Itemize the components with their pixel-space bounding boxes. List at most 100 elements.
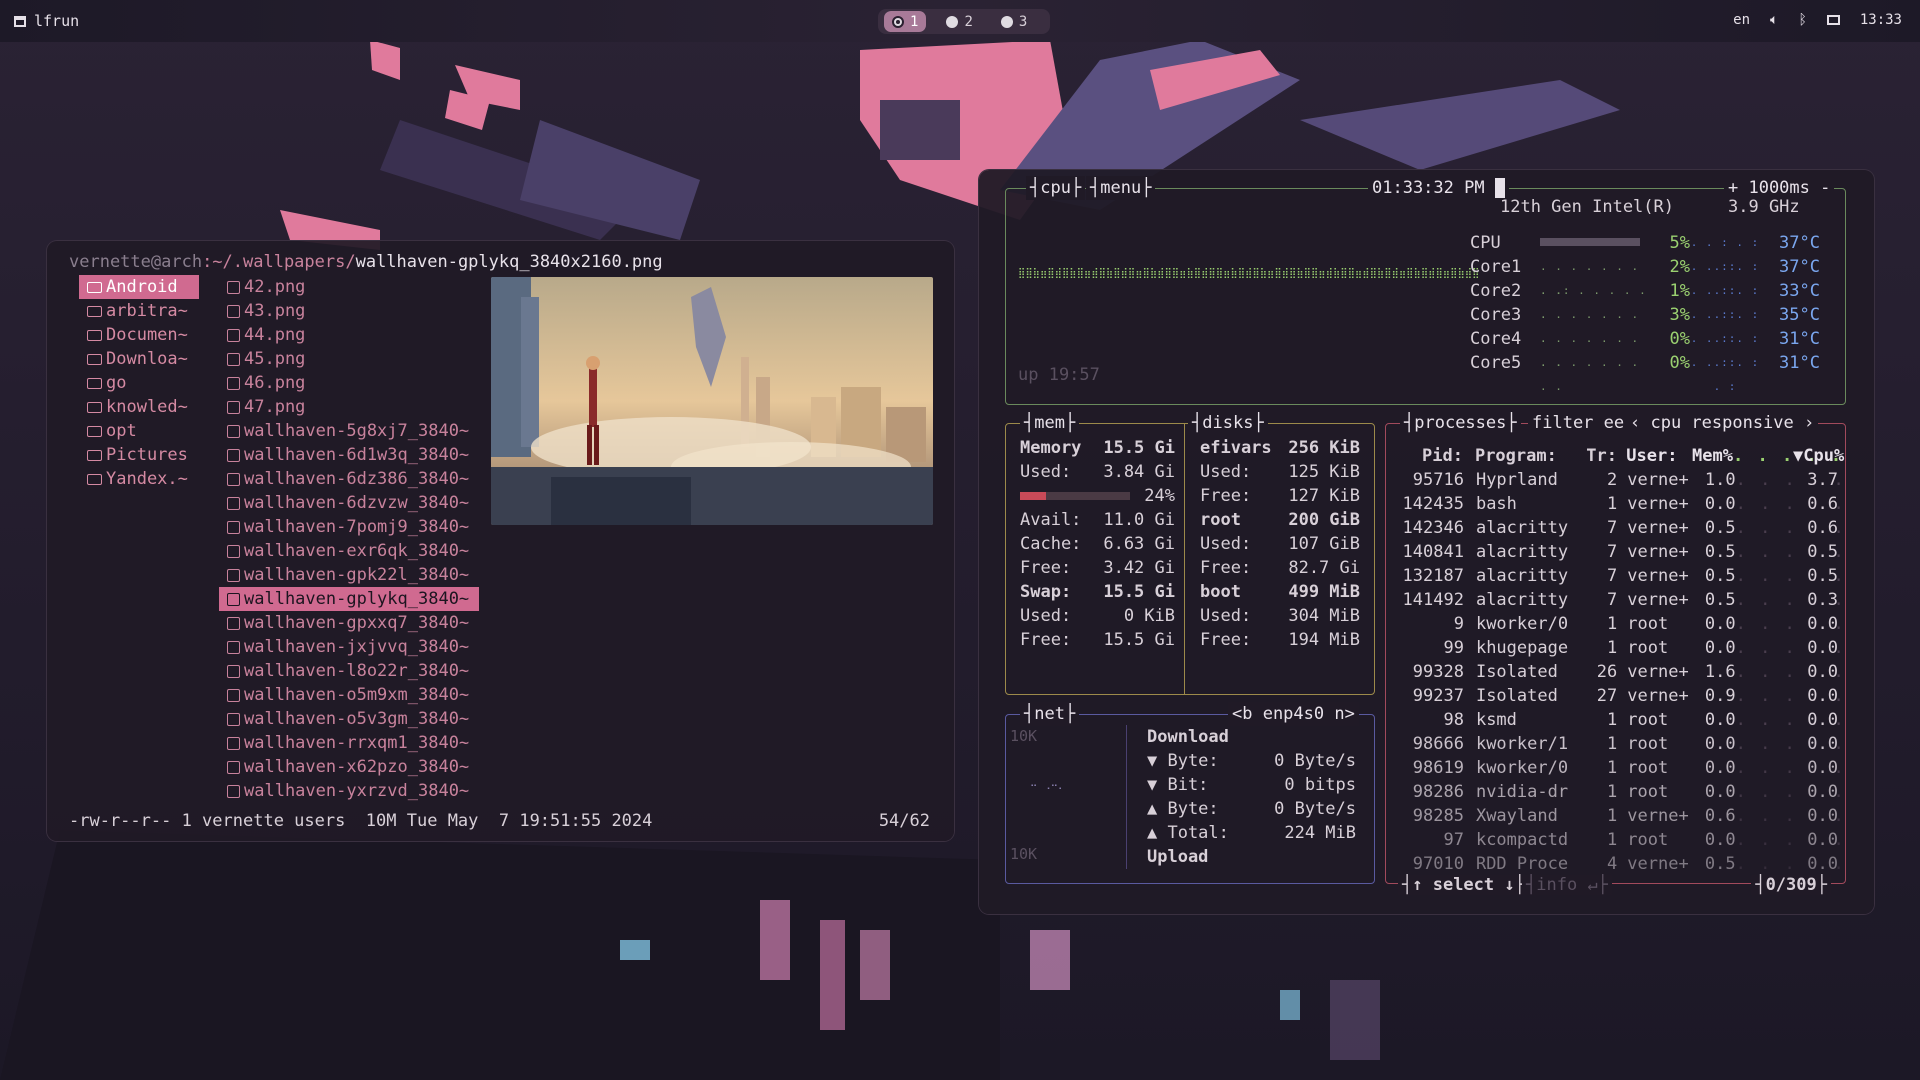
file-item[interactable]: 42.png	[219, 275, 479, 299]
file-item[interactable]: wallhaven-gplykq_3840~	[219, 587, 479, 611]
process-row[interactable]: 99328 Isolated 26 verne+ 1.6. . . . . 0.0	[1398, 660, 1844, 684]
image-file-icon	[227, 400, 240, 414]
file-item[interactable]: wallhaven-gpxxq7_3840~	[219, 611, 479, 635]
process-info-button[interactable]: ┤info ↵├	[1522, 875, 1612, 895]
net-scale-bottom: 10K	[1010, 845, 1038, 863]
volume-icon[interactable]: 🔈︎	[1770, 12, 1778, 28]
cpu-model: 12th Gen Intel(R)	[1500, 197, 1674, 217]
process-row[interactable]: 132187 alacritty 7 verne+ 0.5. . . . . 0.5	[1398, 564, 1844, 588]
image-file-icon	[227, 520, 240, 534]
net-panel-title[interactable]: ┤net├	[1020, 702, 1080, 726]
process-row[interactable]: 98285 Xwayland 1 verne+ 0.6. . . . . 0.0	[1398, 804, 1844, 828]
core-temp-graph: . . : . : . :	[1690, 308, 1760, 345]
file-item[interactable]: wallhaven-yxrzvd_3840~	[219, 779, 479, 803]
process-row[interactable]: 140841 alacritty 7 verne+ 0.5. . . . . 0.5	[1398, 540, 1844, 564]
process-sort-selector[interactable]: ‹ cpu responsive ›	[1626, 411, 1819, 435]
process-row[interactable]: 97 kcompactd 1 root 0.0. . . . . 0.0	[1398, 828, 1843, 852]
process-row[interactable]: 98 ksmd 1 root 0.0. . . . . 0.0	[1398, 708, 1843, 732]
file-item[interactable]: wallhaven-5g8xj7_3840~	[219, 419, 479, 443]
menu-button[interactable]: ┤menu├	[1086, 176, 1156, 200]
folder-icon	[87, 449, 102, 461]
keyboard-layout[interactable]: en	[1733, 12, 1750, 28]
processes-panel-title[interactable]: ┤processes├	[1400, 411, 1521, 435]
image-file-icon	[227, 688, 240, 702]
file-item[interactable]: 47.png	[219, 395, 479, 419]
folder-icon	[87, 473, 102, 485]
btop-monitor-window[interactable]: ┤cpu├ ┤menu├ 01:33:32 PM . + 1000ms - 12…	[979, 170, 1874, 914]
file-item[interactable]: wallhaven-exr6qk_3840~	[219, 539, 479, 563]
directory-item[interactable]: opt	[79, 419, 199, 443]
image-file-icon	[227, 496, 240, 510]
cpu-frequency: 3.9 GHz	[1728, 197, 1800, 217]
file-item[interactable]: wallhaven-6d1w3q_3840~	[219, 443, 479, 467]
file-item[interactable]: wallhaven-o5v3gm_3840~	[219, 707, 479, 731]
file-item[interactable]: wallhaven-l8o22r_3840~	[219, 659, 479, 683]
process-count: ┤0/309├	[1751, 875, 1831, 895]
file-item[interactable]: wallhaven-6dz386_3840~	[219, 467, 479, 491]
image-file-icon	[227, 376, 240, 390]
process-row[interactable]: 142435 bash 1 verne+ 0.0. . . . . 0.6	[1398, 492, 1844, 516]
disks-panel-title[interactable]: ┤disks├	[1188, 411, 1268, 435]
process-row[interactable]: 98619 kworker/0 1 root 0.0. . . . . 0.0	[1398, 756, 1844, 780]
directory-item[interactable]: Android	[79, 275, 199, 299]
process-row[interactable]: 99237 Isolated 27 verne+ 0.9. . . . . 0.0	[1398, 684, 1844, 708]
workspace-1-button[interactable]: 1	[884, 11, 927, 32]
file-item[interactable]: wallhaven-o5m9xm_3840~	[219, 683, 479, 707]
file-item[interactable]: wallhaven-rrxqm1_3840~	[219, 731, 479, 755]
file-item[interactable]: 46.png	[219, 371, 479, 395]
process-row[interactable]: 98286 nvidia-dr 1 root 0.0. . . . . 0.0	[1398, 780, 1844, 804]
file-position: 54/62	[878, 811, 930, 831]
process-row[interactable]: 142346 alacritty 7 verne+ 0.5. . . . . 0.6	[1398, 516, 1844, 540]
image-file-icon	[227, 712, 240, 726]
cpu-panel-title[interactable]: ┤cpu├	[1026, 176, 1086, 200]
image-file-icon	[227, 664, 240, 678]
process-row[interactable]: 98666 kworker/1 1 root 0.0. . . . . 0.0	[1398, 732, 1844, 756]
process-row[interactable]: 95716 Hyprland 2 verne+ 1.0. . . . . 3.7	[1398, 468, 1844, 492]
file-item[interactable]: wallhaven-6dzvzw_3840~	[219, 491, 479, 515]
file-item[interactable]: 45.png	[219, 347, 479, 371]
process-row[interactable]: 99 khugepage 1 root 0.0. . . . . 0.0	[1398, 636, 1843, 660]
folder-icon	[87, 353, 102, 365]
file-item[interactable]: wallhaven-jxjvvq_3840~	[219, 635, 479, 659]
image-file-icon	[227, 448, 240, 462]
process-select-control[interactable]: ┤↑ select ↓├	[1398, 875, 1529, 895]
core-row: Core1. . . . . . . . . 2%. . : . : . :37°…	[1470, 257, 1820, 297]
file-item[interactable]: 43.png	[219, 299, 479, 323]
file-item[interactable]: 44.png	[219, 323, 479, 347]
bluetooth-icon[interactable]: ᛒ	[1798, 12, 1806, 28]
directory-item[interactable]: Downloa~	[79, 347, 199, 371]
workspace-3-button[interactable]: 3	[993, 11, 1035, 32]
image-file-icon	[227, 784, 240, 798]
directory-item[interactable]: go	[79, 371, 199, 395]
folder-icon	[87, 401, 102, 413]
directory-item[interactable]: arbitra~	[79, 299, 199, 323]
file-item[interactable]: wallhaven-gpk22l_3840~	[219, 563, 479, 587]
mem-panel-title[interactable]: ┤mem├	[1020, 411, 1080, 435]
core-temp-graph: . . : . : . :	[1690, 260, 1760, 297]
screen-icon[interactable]	[1826, 15, 1840, 25]
process-row[interactable]: 97010 RDD Proce 4 verne+ 0.5. . . . . 0.0	[1398, 852, 1844, 876]
file-item[interactable]: wallhaven-x62pzo_3840~	[219, 755, 479, 779]
image-file-icon	[227, 616, 240, 630]
image-file-icon	[227, 328, 240, 342]
system-tray: en 🔈︎ ᛒ 13:33	[1733, 12, 1902, 28]
file-item[interactable]: wallhaven-7pomj9_3840~	[219, 515, 479, 539]
core-usage-table: CPU 5%. . : . : . :37°C Core1. . . . . . .…	[1470, 231, 1820, 393]
process-row[interactable]: 9 kworker/0 1 root 0.0. . . . . 0.0	[1398, 612, 1844, 636]
workspace-active-icon	[892, 15, 904, 28]
image-file-icon	[227, 472, 240, 486]
workspace-2-button[interactable]: 2	[938, 11, 980, 32]
image-file-icon	[227, 304, 240, 318]
lf-file-manager-window[interactable]: vernette@arch:~/.wallpapers/wallhaven-gp…	[47, 241, 954, 841]
directory-item[interactable]: Yandex.~	[79, 467, 199, 491]
directory-item[interactable]: Documen~	[79, 323, 199, 347]
directory-item[interactable]: knowled~	[79, 395, 199, 419]
process-row[interactable]: 141492 alacritty 7 verne+ 0.5. . . . . 0.3	[1398, 588, 1844, 612]
parent-directory-list: Android arbitra~ Documen~ Downloa~ go knowled…	[79, 275, 199, 491]
process-filter[interactable]: filter ee	[1528, 411, 1629, 435]
core-temp-graph: . . : . : . :	[1690, 332, 1760, 369]
directory-item[interactable]: Pictures	[79, 443, 199, 467]
memory-panel: ┤mem├ ┤disks├ Memory 15.5 Gi Used: 3.84 Gi…	[1005, 411, 1375, 695]
net-interface-selector[interactable]: <b enp4s0 n>	[1228, 702, 1359, 726]
workspace-dot-icon	[1000, 15, 1013, 28]
